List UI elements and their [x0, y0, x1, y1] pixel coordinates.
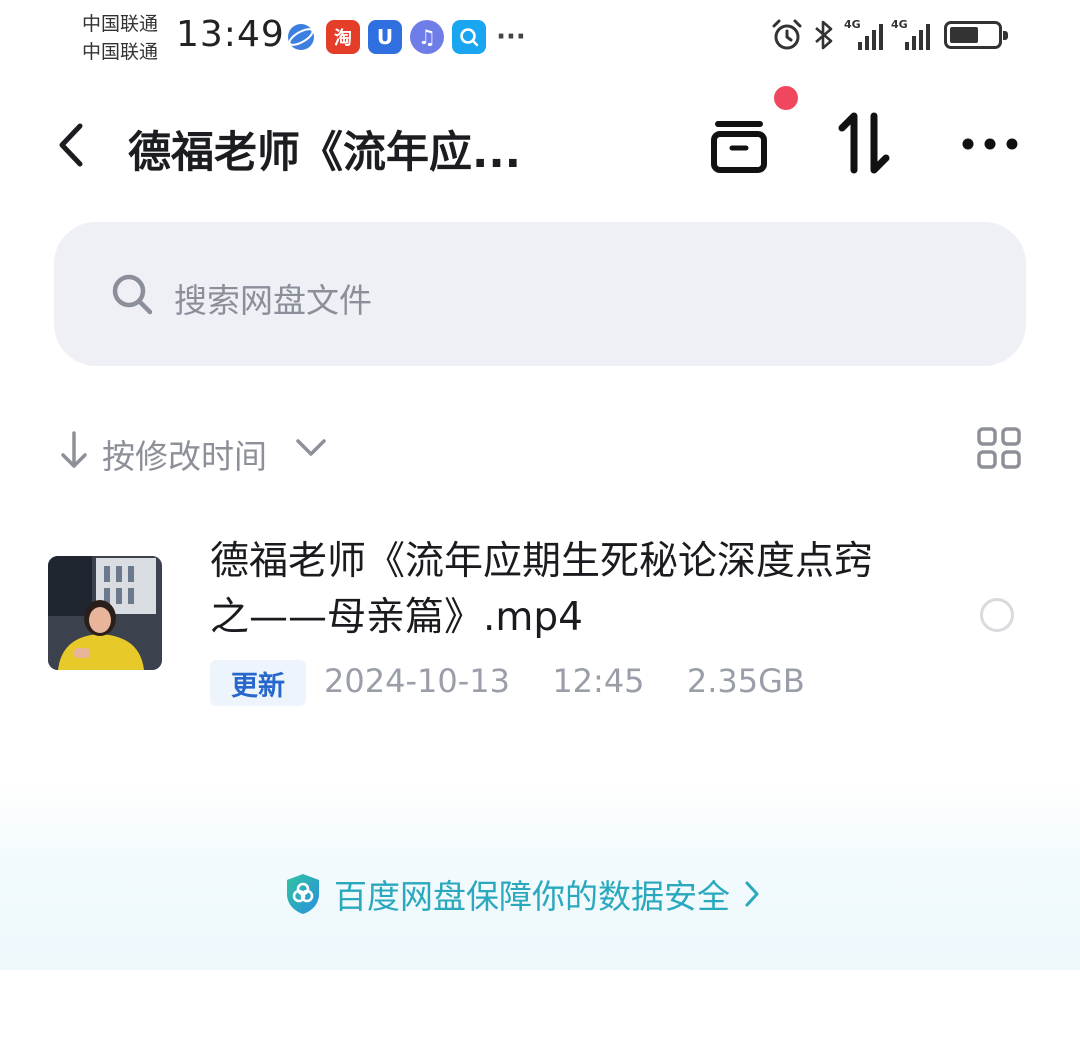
top-app-bar: 德福老师《流年应... — [0, 80, 1080, 220]
chevron-right-icon — [745, 881, 759, 907]
bluetooth-icon — [815, 20, 833, 50]
more-options-button[interactable] — [958, 124, 1022, 164]
back-arrow-icon — [59, 123, 83, 167]
page-title: 德福老师《流年应... — [128, 128, 522, 178]
grid-view-icon — [977, 427, 1021, 469]
upload-download-button[interactable] — [834, 110, 894, 176]
more-dots-icon — [962, 138, 1018, 150]
more-notifications-icon: ··· — [496, 22, 526, 52]
video-thumbnail — [48, 556, 162, 670]
data-safety-link[interactable]: 百度网盘保障你的数据安全 — [284, 870, 762, 918]
music-icon: ♫ — [410, 20, 444, 54]
select-checkbox[interactable] — [980, 598, 1014, 632]
grid-view-button[interactable] — [976, 426, 1022, 470]
taobao-icon: 淘 — [326, 20, 360, 54]
sort-toolbar: 按修改时间 — [58, 420, 1028, 480]
search-input[interactable]: 搜索网盘文件 — [54, 222, 1026, 366]
transfer-list-button[interactable] — [708, 112, 770, 176]
signal-icon: 4G — [844, 18, 883, 50]
file-size: 2.35GB — [686, 662, 805, 700]
down-arrow-icon — [61, 431, 87, 468]
carrier-labels: 中国联通 中国联通 — [82, 10, 177, 66]
alarm-icon — [772, 19, 802, 50]
up-down-arrows-icon — [838, 112, 890, 174]
u-app-icon: U — [368, 20, 402, 54]
chevron-down-icon[interactable] — [294, 436, 328, 460]
notification-icons: 淘 U ♫ ··· — [284, 20, 528, 54]
archive-box-icon — [711, 121, 767, 173]
system-icons: 4G 4G — [770, 18, 1008, 52]
battery-icon — [944, 21, 1008, 49]
search-icon — [112, 274, 153, 315]
status-time: 13:49 — [176, 14, 285, 55]
carrier-label: 中国联通 — [82, 41, 159, 63]
status-bar: 中国联通 中国联通 13:49 淘 U ♫ ··· 4G 4G — [0, 0, 1080, 80]
browser-globe-icon — [284, 20, 318, 54]
search-app-icon — [452, 20, 486, 54]
file-name: 德福老师《流年应期生死秘论深度点窍之——母亲篇》.mp4 — [210, 539, 874, 640]
carrier-label: 中国联通 — [82, 13, 159, 35]
sort-order-dropdown[interactable]: 按修改时间 — [102, 430, 267, 478]
file-date: 2024-10-13 — [324, 662, 510, 700]
file-list-item[interactable]: 德福老师《流年应期生死秘论深度点窍之——母亲篇》.mp4 更新 2024-10-… — [0, 520, 1080, 720]
file-metadata: 2024-10-13 12:45 2.35GB — [324, 662, 805, 700]
search-placeholder: 搜索网盘文件 — [174, 281, 372, 320]
notification-dot — [774, 86, 798, 110]
back-button[interactable] — [52, 120, 92, 170]
update-badge: 更新 — [210, 660, 306, 706]
shield-icon — [287, 874, 319, 914]
data-safety-text: 百度网盘保障你的数据安全 — [334, 877, 730, 916]
signal-icon: 4G — [891, 18, 930, 50]
file-time: 12:45 — [552, 662, 645, 700]
